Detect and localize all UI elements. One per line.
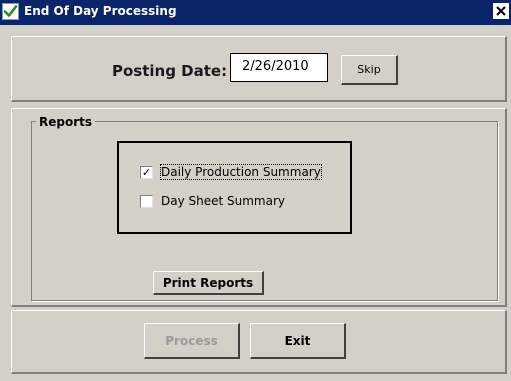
check-mark-graphic [3,5,18,17]
window-title: End Of Day Processing [24,4,177,18]
exit-button[interactable]: Exit [250,323,346,359]
daily-production-summary-checkbox[interactable]: ✓ [140,166,153,179]
print-reports-button[interactable]: Print Reports [153,271,264,295]
reports-group-label: Reports [36,115,96,129]
title-bar[interactable]: End Of Day Processing [0,0,511,25]
day-sheet-summary-checkbox[interactable] [140,195,153,208]
daily-production-summary-label[interactable]: Daily Production Summary [160,164,322,180]
end-of-day-dialog: End Of Day Processing Posting Date: 2/26… [0,0,511,381]
posting-date-label: Posting Date: [112,62,228,80]
process-button[interactable]: Process [144,323,240,359]
posting-date-field[interactable]: 2/26/2010 [230,53,328,82]
report-selection-highlight [117,141,352,234]
skip-button[interactable]: Skip [341,55,398,85]
checkbox-checked-icon [2,3,19,20]
day-sheet-summary-label[interactable]: Day Sheet Summary [161,194,285,208]
close-glyph [496,6,506,16]
close-icon[interactable] [493,3,509,19]
